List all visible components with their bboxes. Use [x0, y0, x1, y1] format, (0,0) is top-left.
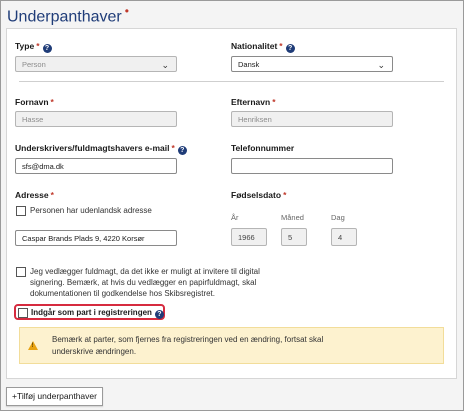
warning-text: Bemærk at parter, som fjernes fra regist…	[52, 334, 392, 358]
form-card: Type *? Person ⌄ Nationalitet *? Dansk ⌄ For…	[6, 28, 457, 379]
month-label: Måned	[281, 213, 304, 222]
address-label: Adresse *	[15, 190, 54, 200]
email-field[interactable]: sfs@dma.dk	[15, 158, 177, 174]
foreign-address-checkbox[interactable]	[16, 206, 26, 216]
email-label: Underskrivers/fuldmagtshavers e-mail *?	[15, 143, 187, 155]
last-name-field[interactable]: Henriksen	[231, 111, 393, 127]
address-field[interactable]: Caspar Brands Plads 9, 4220 Korsør	[15, 230, 177, 246]
last-name-label: Efternavn *	[231, 97, 276, 107]
power-of-attorney-checkbox[interactable]	[16, 267, 26, 277]
section-title: Underpanthaver •	[7, 4, 129, 26]
party-checkbox[interactable]	[18, 308, 28, 318]
divider	[19, 81, 444, 82]
warning-icon: !	[28, 341, 38, 350]
month-field[interactable]: 5	[281, 228, 307, 246]
nationality-label: Nationalitet *?	[231, 41, 295, 53]
type-select[interactable]: Person ⌄	[15, 56, 177, 72]
add-underpanthaver-button[interactable]: +Tilføj underpanthaver	[6, 387, 103, 406]
warning-box: ! Bemærk at parter, som fjernes fra regi…	[19, 327, 444, 364]
phone-label: Telefonnummer	[231, 143, 295, 153]
power-of-attorney-line: dokumentationen til godkendelse hos Skib…	[30, 289, 215, 298]
phone-field[interactable]	[231, 158, 393, 174]
foreign-address-label: Personen har udenlandsk adresse	[30, 206, 152, 215]
panel-frame: Underpanthaver • Type *? Person ⌄ Nationali…	[0, 0, 464, 411]
party-help-icon[interactable]: ?	[154, 310, 164, 319]
birthdate-label: Fødselsdato *	[231, 190, 287, 200]
type-label: Type *?	[15, 41, 52, 53]
warning-line: Bemærk at parter, som fjernes fra regist…	[52, 335, 324, 344]
day-label: Dag	[331, 213, 345, 222]
type-help-icon[interactable]: ?	[42, 44, 52, 53]
day-field[interactable]: 4	[331, 228, 357, 246]
year-field[interactable]: 1966	[231, 228, 267, 246]
chevron-down-icon: ⌄	[377, 60, 385, 70]
year-label: År	[231, 213, 239, 222]
first-name-field[interactable]: Hasse	[15, 111, 177, 127]
email-help-icon[interactable]: ?	[177, 146, 187, 155]
first-name-label: Fornavn *	[15, 97, 54, 107]
nationality-select[interactable]: Dansk ⌄	[231, 56, 393, 72]
nationality-help-icon[interactable]: ?	[285, 44, 295, 53]
power-of-attorney-line: Jeg vedlægger fuldmagt, da det ikke er m…	[30, 267, 260, 276]
party-checkbox-label: Indgår som part i registreringen?	[31, 307, 164, 319]
title-marker: •	[124, 4, 129, 18]
power-of-attorney-text: Jeg vedlægger fuldmagt, da det ikke er m…	[30, 266, 260, 299]
chevron-down-icon: ⌄	[161, 60, 169, 70]
power-of-attorney-line: signering. Bemærk, at hvis du vedlægger …	[30, 278, 257, 287]
warning-line: underskrive ændringen.	[52, 347, 137, 356]
